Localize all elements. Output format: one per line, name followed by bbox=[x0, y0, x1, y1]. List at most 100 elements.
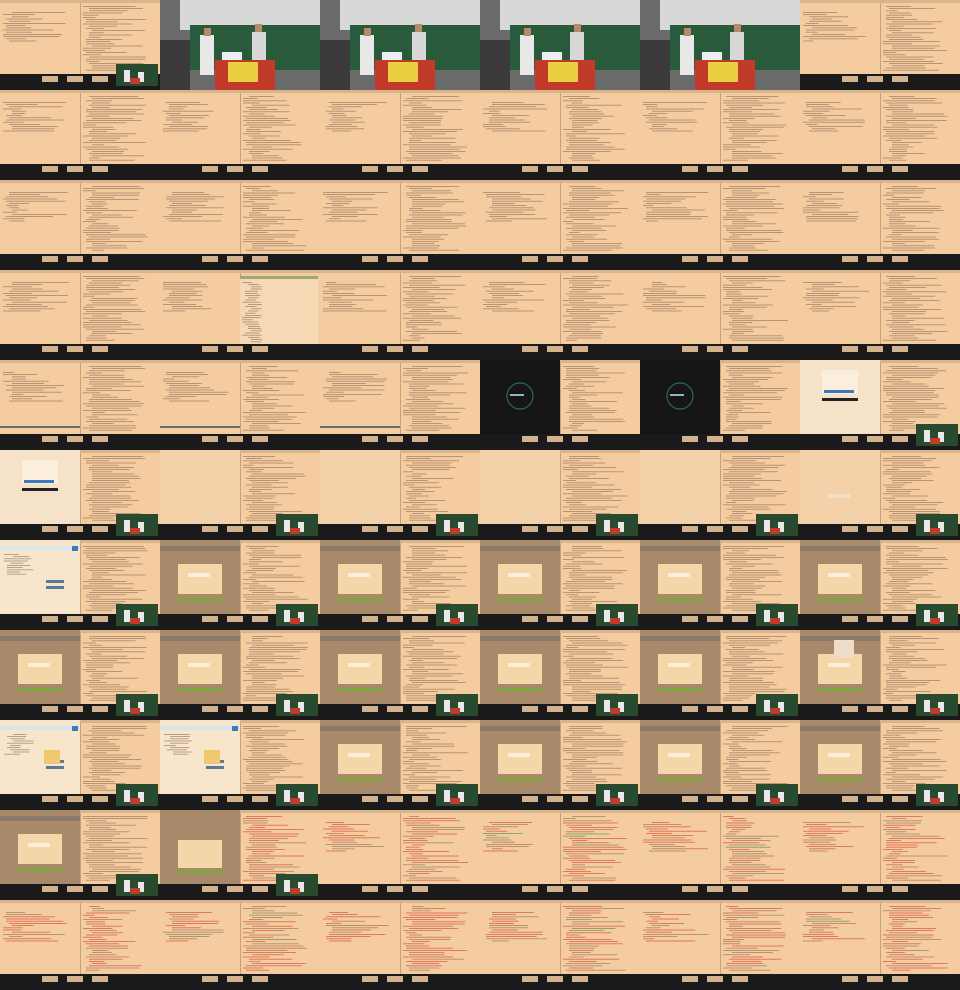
stand-shape bbox=[842, 256, 858, 262]
code-line bbox=[889, 280, 911, 282]
frame-thumbnail[interactable] bbox=[320, 90, 480, 180]
code-line bbox=[886, 947, 905, 949]
frame-thumbnail[interactable] bbox=[0, 270, 160, 360]
code-line bbox=[89, 10, 128, 12]
frame-thumbnail[interactable] bbox=[800, 90, 960, 180]
frame-thumbnail[interactable] bbox=[480, 630, 640, 720]
frame-thumbnail[interactable] bbox=[160, 540, 320, 630]
frame-thumbnail[interactable] bbox=[800, 720, 960, 810]
frame-thumbnail[interactable] bbox=[480, 360, 640, 450]
code-line bbox=[249, 469, 265, 470]
code-line bbox=[566, 497, 612, 499]
frame-thumbnail[interactable] bbox=[320, 450, 480, 540]
frame-thumbnail[interactable] bbox=[320, 270, 480, 360]
frame-thumbnail[interactable] bbox=[160, 810, 320, 900]
code-line bbox=[566, 666, 628, 668]
frame-thumbnail[interactable] bbox=[320, 810, 480, 900]
frame-thumbnail[interactable] bbox=[320, 360, 480, 450]
frame-thumbnail[interactable] bbox=[640, 720, 800, 810]
frame-thumbnail[interactable] bbox=[0, 900, 160, 990]
frame-thumbnail[interactable] bbox=[160, 270, 320, 360]
frame-thumbnail[interactable] bbox=[480, 450, 640, 540]
frame-thumbnail[interactable] bbox=[800, 630, 960, 720]
frame-thumbnail[interactable] bbox=[480, 720, 640, 810]
frame-thumbnail[interactable] bbox=[640, 360, 800, 450]
code-line bbox=[243, 412, 306, 413]
stand-shape bbox=[42, 706, 58, 712]
frame-thumbnail[interactable] bbox=[480, 90, 640, 180]
frame-thumbnail[interactable] bbox=[0, 810, 160, 900]
frame-thumbnail[interactable] bbox=[800, 0, 960, 90]
code-line bbox=[13, 751, 30, 753]
frame-thumbnail[interactable] bbox=[640, 180, 800, 270]
frame-thumbnail[interactable] bbox=[800, 540, 960, 630]
code-line bbox=[83, 642, 96, 644]
frame-thumbnail[interactable] bbox=[800, 900, 960, 990]
frame-thumbnail[interactable] bbox=[640, 270, 800, 360]
code-line bbox=[569, 873, 605, 874]
code-line bbox=[4, 753, 20, 755]
code-line bbox=[86, 199, 139, 200]
frame-thumbnail[interactable] bbox=[480, 540, 640, 630]
frame-thumbnail[interactable] bbox=[640, 90, 800, 180]
frame-thumbnail[interactable] bbox=[160, 900, 320, 990]
frame-thumbnail[interactable] bbox=[640, 900, 800, 990]
code-line bbox=[86, 748, 120, 749]
frame-thumbnail[interactable] bbox=[320, 900, 480, 990]
frame-thumbnail[interactable] bbox=[480, 900, 640, 990]
editor-titlebar bbox=[320, 900, 480, 903]
frame-thumbnail[interactable] bbox=[800, 360, 960, 450]
frame-thumbnail[interactable] bbox=[0, 450, 160, 540]
frame-image bbox=[0, 90, 160, 180]
frame-thumbnail[interactable] bbox=[640, 450, 800, 540]
code-line bbox=[492, 205, 527, 206]
frame-thumbnail[interactable] bbox=[0, 540, 160, 630]
code-line bbox=[886, 120, 947, 121]
frame-thumbnail[interactable] bbox=[800, 810, 960, 900]
code-line bbox=[563, 857, 591, 859]
code-line bbox=[726, 552, 745, 554]
frame-thumbnail[interactable] bbox=[0, 90, 160, 180]
frame-thumbnail[interactable] bbox=[320, 720, 480, 810]
editor-titlebar bbox=[160, 270, 320, 273]
frame-thumbnail[interactable] bbox=[480, 270, 640, 360]
frame-thumbnail[interactable] bbox=[0, 180, 160, 270]
frame-thumbnail[interactable] bbox=[480, 0, 640, 90]
code-line bbox=[409, 142, 456, 143]
frame-thumbnail[interactable] bbox=[320, 180, 480, 270]
frame-thumbnail[interactable] bbox=[480, 810, 640, 900]
code-line bbox=[166, 383, 202, 384]
code-line bbox=[409, 642, 465, 644]
code-line bbox=[563, 151, 611, 152]
frame-thumbnail[interactable] bbox=[0, 0, 160, 90]
frame-thumbnail[interactable] bbox=[800, 450, 960, 540]
frame-thumbnail[interactable] bbox=[160, 630, 320, 720]
frame-thumbnail[interactable] bbox=[640, 540, 800, 630]
frame-thumbnail[interactable] bbox=[160, 0, 320, 90]
code-line bbox=[169, 126, 209, 127]
frame-thumbnail[interactable] bbox=[160, 360, 320, 450]
frame-thumbnail[interactable] bbox=[160, 720, 320, 810]
code-line bbox=[83, 54, 101, 56]
code-line bbox=[886, 394, 940, 396]
frame-thumbnail[interactable] bbox=[0, 360, 160, 450]
stand-shape bbox=[867, 526, 883, 532]
frame-thumbnail[interactable] bbox=[320, 630, 480, 720]
frame-thumbnail[interactable] bbox=[800, 180, 960, 270]
code-line bbox=[889, 506, 916, 508]
code-line bbox=[806, 23, 819, 24]
frame-thumbnail[interactable] bbox=[320, 540, 480, 630]
frame-thumbnail[interactable] bbox=[160, 90, 320, 180]
frame-thumbnail[interactable] bbox=[640, 810, 800, 900]
frame-thumbnail[interactable] bbox=[640, 0, 800, 90]
frame-thumbnail[interactable] bbox=[160, 180, 320, 270]
code-line bbox=[569, 947, 596, 949]
code-line bbox=[886, 469, 900, 470]
frame-thumbnail[interactable] bbox=[800, 270, 960, 360]
frame-thumbnail[interactable] bbox=[0, 720, 160, 810]
frame-thumbnail[interactable] bbox=[480, 180, 640, 270]
frame-thumbnail[interactable] bbox=[640, 630, 800, 720]
frame-thumbnail[interactable] bbox=[320, 0, 480, 90]
frame-thumbnail[interactable] bbox=[0, 630, 160, 720]
frame-thumbnail[interactable] bbox=[160, 450, 320, 540]
